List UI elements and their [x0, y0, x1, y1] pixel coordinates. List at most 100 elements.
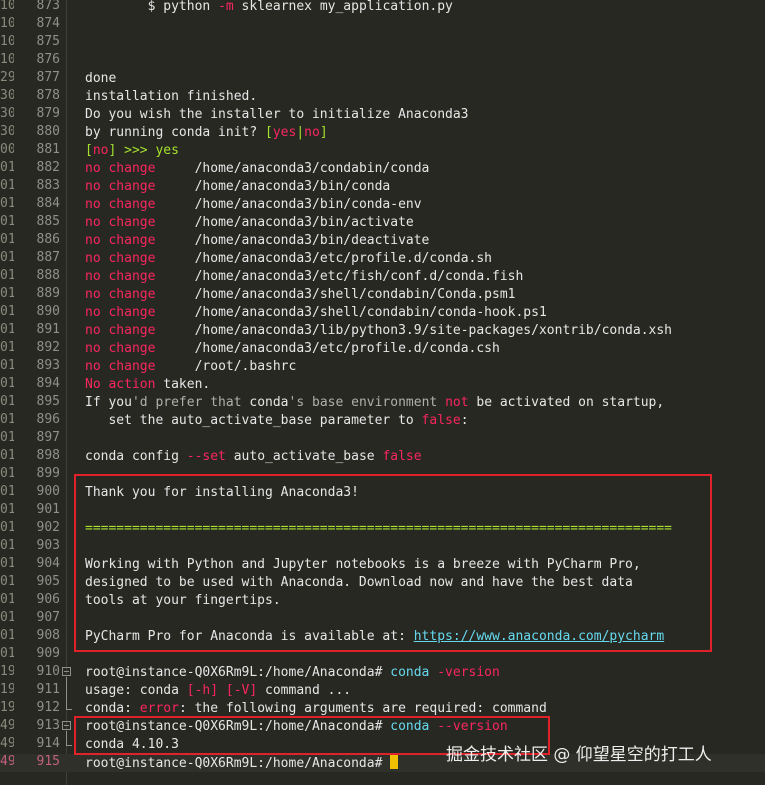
- text-segment: ] >>> yes: [108, 143, 179, 158]
- text-segment: /home/anaconda3/etc/profile.d/conda.sh: [155, 251, 492, 266]
- line-number: 874: [36, 16, 60, 31]
- text-segment: taken.: [155, 377, 211, 392]
- line-content: no change /home/anaconda3/etc/fish/conf.…: [85, 268, 523, 286]
- line-number: 903: [36, 538, 60, 553]
- fold-toggle-icon[interactable]: [62, 721, 71, 730]
- text-segment: -m: [218, 0, 234, 14]
- terminal-view[interactable]: 10] 873 $ python -m sklearnex my_applicat…: [0, 0, 765, 785]
- terminal-line: 29] 877 done: [0, 70, 765, 88]
- terminal-line: 01] 885 no change /home/anaconda3/bin/acti…: [0, 214, 765, 232]
- line-content: done: [85, 70, 116, 88]
- timestamp-fragment: 19]: [0, 700, 14, 715]
- timestamp-fragment: 10]: [0, 0, 14, 13]
- line-content: usage: conda [-h] [-V] command ...: [85, 682, 351, 700]
- text-segment: [-V]: [225, 683, 258, 698]
- text-segment: no change: [85, 161, 156, 176]
- timestamp-fragment: 01]: [0, 502, 14, 517]
- text-segment: conda config: [85, 449, 187, 464]
- text-segment: no change: [85, 287, 156, 302]
- line-content: no change /home/anaconda3/etc/profile.d/…: [85, 250, 492, 268]
- timestamp-fragment: 19]: [0, 664, 14, 679]
- timestamp-fragment: 01]: [0, 268, 14, 283]
- line-number: 881: [36, 142, 60, 157]
- text-segment: /home/anaconda3/shell/condabin/conda-hoo…: [155, 305, 547, 320]
- timestamp-fragment: 01]: [0, 466, 14, 481]
- timestamp-fragment: 10]: [0, 34, 14, 49]
- terminal-line: 00] 881 [no] >>> yes: [0, 142, 765, 160]
- timestamp-fragment: 01]: [0, 412, 14, 427]
- line-number: 902: [36, 520, 60, 535]
- text-segment: [-h]: [186, 683, 219, 698]
- text-segment: /root/.bashrc: [155, 359, 297, 374]
- line-content: no change /root/.bashrc: [85, 358, 296, 376]
- text-segment: false: [421, 413, 461, 428]
- line-number: 887: [36, 250, 60, 265]
- text-segment: done: [85, 71, 117, 86]
- line-content: no change /home/anaconda3/shell/condabin…: [85, 304, 547, 322]
- terminal-line: 01] 882 no change /home/anaconda3/condabin…: [0, 160, 765, 178]
- text-segment: no change: [85, 305, 156, 320]
- terminal-line: 10] 876: [0, 52, 765, 70]
- timestamp-fragment: 30]: [0, 106, 14, 121]
- line-content: set the auto_activate_base parameter to …: [85, 412, 468, 430]
- text-segment: usage: conda: [85, 683, 187, 698]
- line-number: 893: [36, 358, 60, 373]
- line-number: 896: [36, 412, 60, 427]
- terminal-line: 01] 887 no change /home/anaconda3/etc/prof…: [0, 250, 765, 268]
- timestamp-fragment: 10]: [0, 52, 14, 67]
- timestamp-fragment: 01]: [0, 574, 14, 589]
- timestamp-fragment: 10]: [0, 16, 14, 31]
- line-number: 910: [36, 664, 60, 679]
- fold-toggle-icon[interactable]: [62, 667, 71, 676]
- text-segment: /home/anaconda3/etc/fish/conf.d/conda.fi…: [155, 269, 524, 284]
- line-content: root@instance-Q0X6Rm9L:/home/Anaconda# c…: [85, 664, 500, 682]
- line-number: 901: [36, 502, 60, 517]
- text-segment: no change: [85, 269, 156, 284]
- timestamp-fragment: 49]: [0, 754, 14, 769]
- line-number: 899: [36, 466, 60, 481]
- timestamp-fragment: 29]: [0, 70, 14, 85]
- terminal-line: 01] 898 conda config --set auto_activate_b…: [0, 448, 765, 466]
- timestamp-fragment: 01]: [0, 214, 14, 229]
- fold-range-bar: [66, 731, 67, 745]
- line-number: 880: [36, 124, 60, 139]
- timestamp-fragment: 49]: [0, 718, 14, 733]
- line-number: 882: [36, 160, 60, 175]
- line-number: 883: [36, 178, 60, 193]
- terminal-line: 01] 886 no change /home/anaconda3/bin/deac…: [0, 232, 765, 250]
- text-segment: no: [92, 143, 109, 158]
- text-segment: No action: [85, 377, 156, 392]
- timestamp-fragment: 49]: [0, 736, 14, 751]
- terminal-line: 01] 893 no change /root/.bashrc: [0, 358, 765, 376]
- fold-range-bar: [66, 677, 67, 709]
- text-segment: : the following arguments are required: …: [178, 701, 547, 716]
- line-content: Do you wish the installer to initialize …: [85, 106, 469, 124]
- line-number: 890: [36, 304, 60, 319]
- text-segment: 's base environment: [288, 395, 446, 410]
- timestamp-fragment: 01]: [0, 646, 14, 661]
- timestamp-fragment: 19]: [0, 682, 14, 697]
- text-segment: [218, 683, 226, 698]
- terminal-line: 01] 884 no change /home/anaconda3/bin/cond…: [0, 196, 765, 214]
- text-segment: /home/anaconda3/bin/conda: [155, 179, 391, 194]
- terminal-line: 01] 891 no change /home/anaconda3/lib/pyth…: [0, 322, 765, 340]
- line-number: 891: [36, 322, 60, 337]
- text-segment: sklearnex my_application.py: [233, 0, 453, 14]
- line-content: $ python -m sklearnex my_application.py: [85, 0, 453, 16]
- line-number: 900: [36, 484, 60, 499]
- timestamp-fragment: 01]: [0, 232, 14, 247]
- text-segment: no change: [85, 215, 156, 230]
- line-number: 905: [36, 574, 60, 589]
- text-cursor: [390, 754, 399, 769]
- text-segment: /home/anaconda3/etc/profile.d/conda.csh: [155, 341, 500, 356]
- line-number: 912: [36, 700, 60, 715]
- line-number: 907: [36, 610, 60, 625]
- line-number: 886: [36, 232, 60, 247]
- terminal-line: 01] 896 set the auto_activate_base parame…: [0, 412, 765, 430]
- line-content: installation finished.: [85, 88, 257, 106]
- text-segment: ]: [319, 125, 328, 140]
- text-segment: /home/anaconda3/condabin/conda: [155, 161, 430, 176]
- text-segment: error: [139, 701, 179, 716]
- line-content: no change /home/anaconda3/bin/conda-env: [85, 196, 422, 214]
- fold-range-end: [66, 709, 72, 710]
